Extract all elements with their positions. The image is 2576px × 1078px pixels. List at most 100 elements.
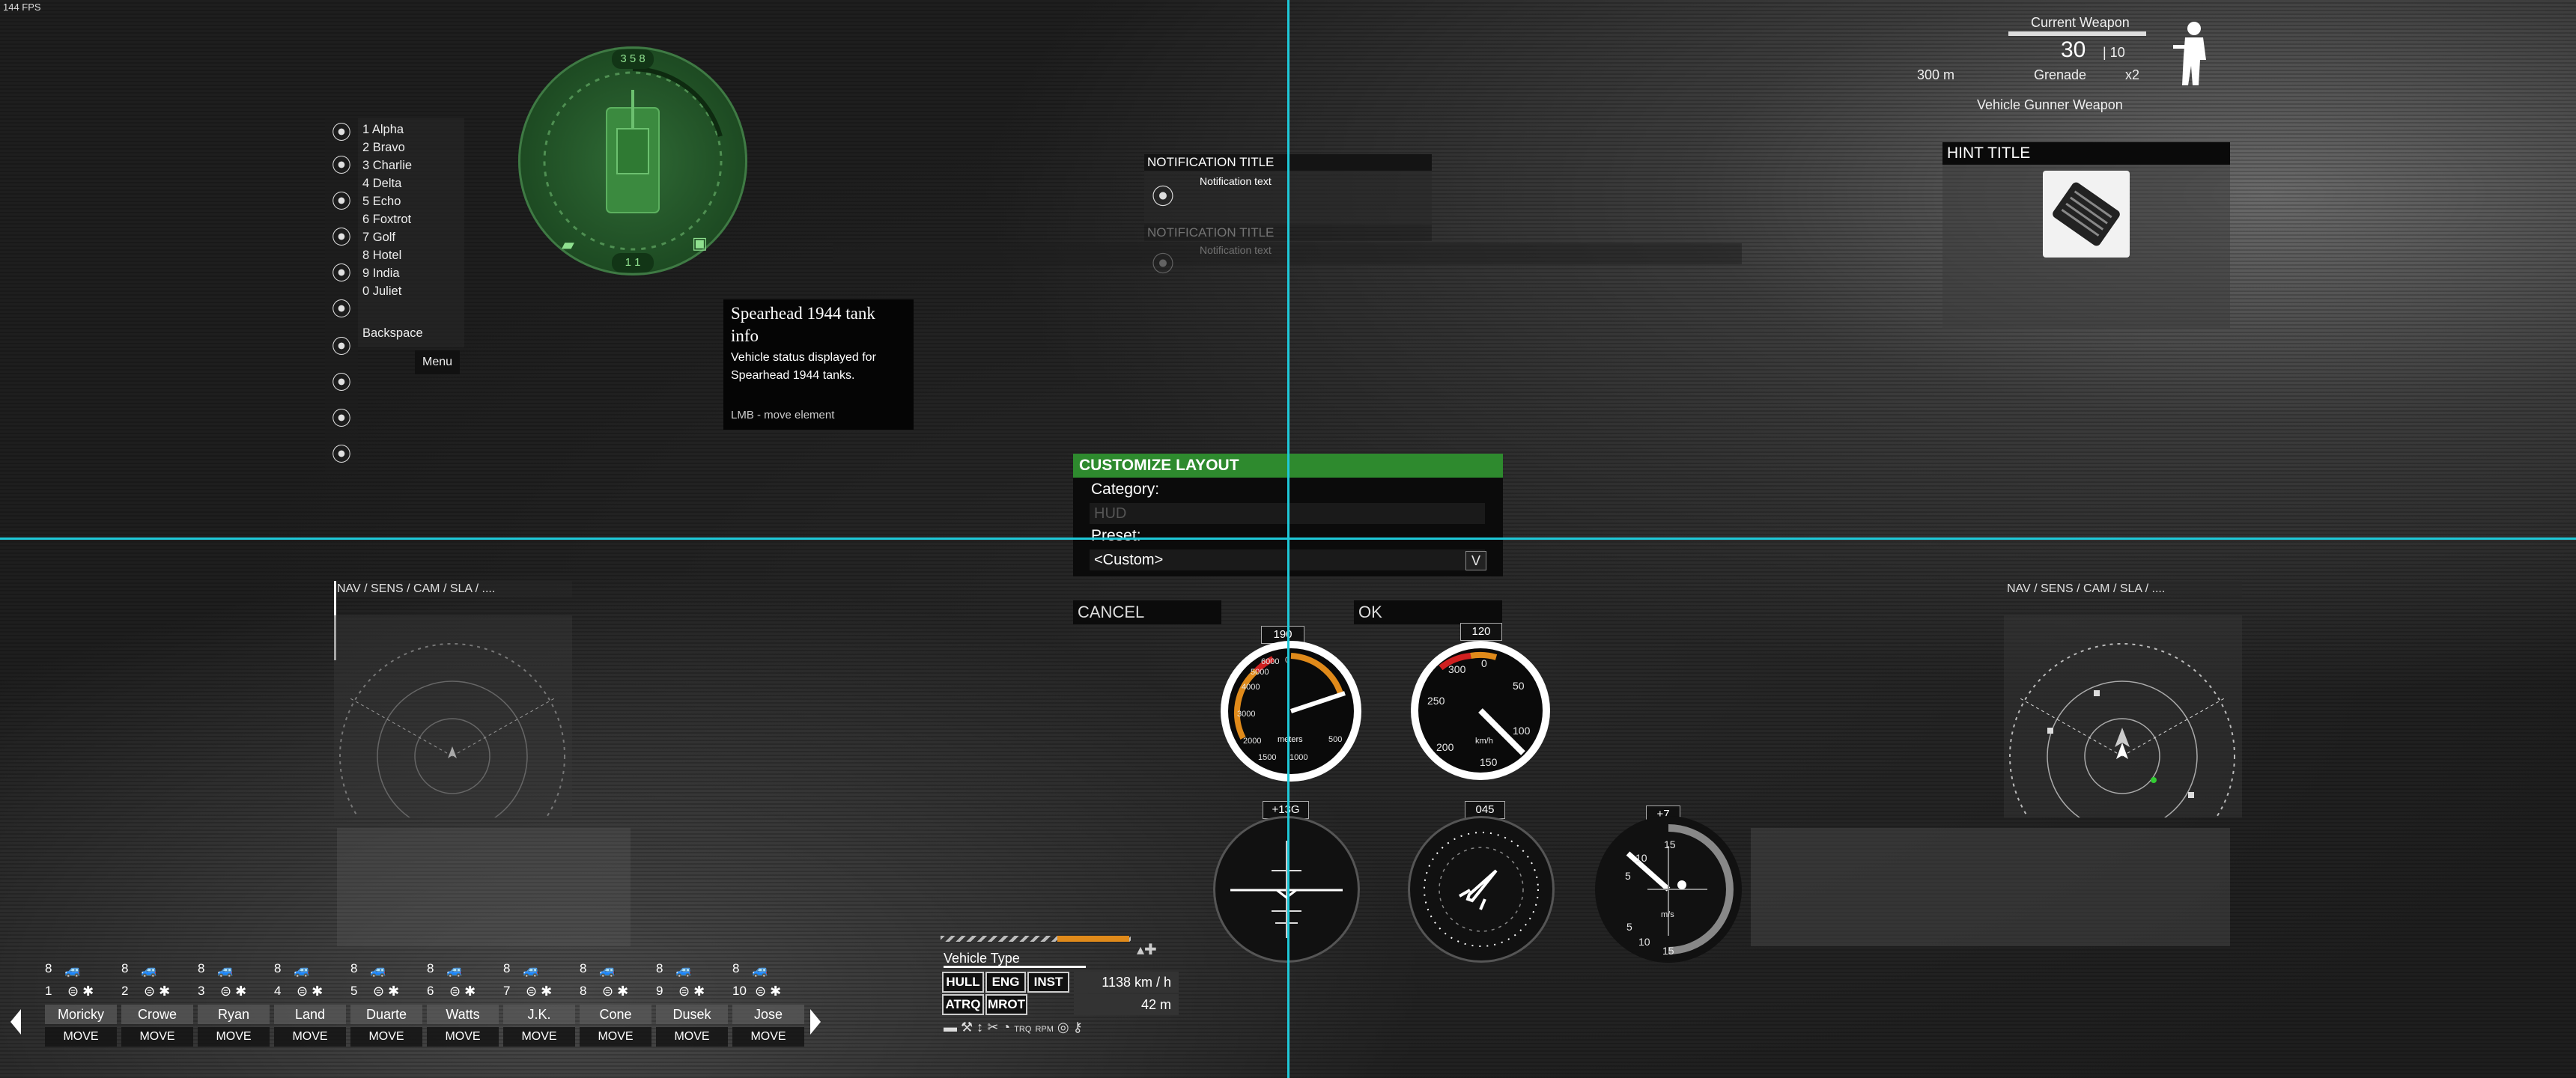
- radio-item[interactable]: 8 Hotel: [362, 249, 401, 263]
- squad-next-arrow-icon[interactable]: [810, 1009, 821, 1035]
- squad-unit[interactable]: 8 🚙 6 ⊜ ✱ Watts MOVE: [427, 961, 499, 1047]
- radio-icon[interactable]: ⦿: [329, 440, 353, 469]
- radio-item-backspace[interactable]: Backspace: [362, 326, 423, 341]
- vehicle-icon: 🚙: [675, 963, 693, 978]
- atrq-status[interactable]: ATRQ: [942, 994, 984, 1015]
- altimeter-tick: 1500: [1258, 753, 1277, 762]
- unit-name[interactable]: Moricky: [45, 1005, 117, 1024]
- altimeter-tick: 500: [1328, 735, 1343, 744]
- cancel-button[interactable]: CANCEL: [1073, 600, 1221, 624]
- squad-unit[interactable]: 8 🚙 7 ⊜ ✱ J.K. MOVE: [503, 961, 575, 1047]
- soldier-icon: [2172, 19, 2211, 87]
- unit-count: 8: [656, 961, 663, 975]
- unit-count: 8: [198, 961, 205, 975]
- unit-count: 8: [427, 961, 434, 975]
- nav-label[interactable]: NAV / SENS / CAM / SLA / ....: [334, 581, 572, 597]
- radio-item[interactable]: 3 Charlie: [362, 159, 412, 173]
- unit-name[interactable]: Watts: [427, 1005, 499, 1024]
- unit-name[interactable]: Land: [274, 1005, 346, 1024]
- radio-item[interactable]: 7 Golf: [362, 231, 395, 245]
- squad-unit[interactable]: 8 🚙 3 ⊜ ✱ Ryan MOVE: [198, 961, 270, 1047]
- radio-item[interactable]: 6 Foxtrot: [362, 213, 411, 227]
- gauge-icon: ◔: [1002, 1020, 1011, 1035]
- vehicle-icon: 🚙: [370, 963, 387, 978]
- compass-gear: 1 1: [612, 253, 654, 272]
- unit-name[interactable]: J.K.: [503, 1005, 575, 1024]
- squad-unit[interactable]: 8 🚙 4 ⊜ ✱ Land MOVE: [274, 961, 346, 1047]
- vsi-tick: 5: [1625, 870, 1631, 882]
- chevron-down-icon[interactable]: V: [1465, 551, 1486, 570]
- squad-unit[interactable]: 8 🚙 10 ⊜ ✱ Jose MOVE: [732, 961, 804, 1047]
- rpm-icon: RPM: [1035, 1025, 1054, 1034]
- unit-move-order[interactable]: MOVE: [503, 1027, 575, 1047]
- altimeter-tick: 4000: [1242, 683, 1260, 692]
- unit-move-order[interactable]: MOVE: [427, 1027, 499, 1047]
- unit-move-order[interactable]: MOVE: [350, 1027, 422, 1047]
- speedometer-dial: [1439, 651, 1525, 755]
- stance-icon: ⊜ ✱: [373, 984, 400, 999]
- hud-panel-placeholder: [337, 828, 631, 946]
- altimeter-tick: 3000: [1237, 710, 1256, 719]
- unit-move-order[interactable]: MOVE: [45, 1027, 117, 1047]
- radio-item[interactable]: 0 Juliet: [362, 284, 401, 299]
- radio-icon[interactable]: ⦿: [329, 118, 353, 147]
- unit-move-order[interactable]: MOVE: [580, 1027, 651, 1047]
- squad-unit[interactable]: 8 🚙 2 ⊜ ✱ Crowe MOVE: [121, 961, 193, 1047]
- radio-item[interactable]: 1 Alpha: [362, 123, 404, 137]
- unit-move-order[interactable]: MOVE: [656, 1027, 728, 1047]
- unit-name[interactable]: Crowe: [121, 1005, 193, 1024]
- radio-icon[interactable]: ⦿: [329, 223, 353, 252]
- radar-sweep-icon: [339, 643, 565, 869]
- vehicle-status-icons: ▬ ⚒ ↕ ✂ ◔ TRQ RPM ◎ ⚷: [944, 1020, 1083, 1035]
- unit-move-order[interactable]: MOVE: [732, 1027, 804, 1047]
- mrot-status[interactable]: MROT: [985, 994, 1027, 1015]
- ok-button[interactable]: OK: [1354, 600, 1502, 624]
- unit-move-order[interactable]: MOVE: [274, 1027, 346, 1047]
- vehicle-icon: 🚙: [217, 963, 234, 978]
- scissors-icon: ✂: [987, 1020, 999, 1035]
- radio-icon[interactable]: ⦿: [329, 368, 353, 397]
- squad-prev-arrow-icon[interactable]: [10, 1009, 21, 1035]
- radio-icon[interactable]: ⦿: [329, 259, 353, 287]
- unit-name[interactable]: Dusek: [656, 1005, 728, 1024]
- vehicle-distance: 42 m: [1074, 994, 1179, 1015]
- squad-unit[interactable]: 8 🚙 1 ⊜ ✱ Moricky MOVE: [45, 961, 117, 1047]
- radio-icon[interactable]: ⦿: [329, 187, 353, 216]
- preset-label: Preset:: [1091, 527, 1141, 544]
- radio-icon[interactable]: ⦿: [329, 332, 353, 361]
- radio-icon[interactable]: ⦿: [329, 295, 353, 323]
- menu-button[interactable]: Menu: [415, 350, 460, 374]
- radio-item[interactable]: 9 India: [362, 267, 400, 281]
- unit-move-order[interactable]: MOVE: [198, 1027, 270, 1047]
- instruments-status[interactable]: INST: [1027, 972, 1069, 993]
- unit-move-order[interactable]: MOVE: [121, 1027, 193, 1047]
- squad-unit[interactable]: 8 🚙 5 ⊜ ✱ Duarte MOVE: [350, 961, 422, 1047]
- heading-rose-icon: [1424, 832, 1539, 947]
- radio-menu: 1 Alpha 2 Bravo 3 Charlie 4 Delta 5 Echo…: [358, 118, 464, 347]
- ring-icon: ◎: [1057, 1020, 1069, 1035]
- unit-count: 8: [580, 961, 587, 975]
- unit-name[interactable]: Cone: [580, 1005, 651, 1024]
- squad-unit[interactable]: 8 🚙 8 ⊜ ✱ Cone MOVE: [580, 961, 651, 1047]
- vehicle-icon: 🚙: [294, 963, 311, 978]
- tooltip-title: Spearhead 1944 tank info: [731, 304, 875, 345]
- squad-unit[interactable]: 8 🚙 9 ⊜ ✱ Dusek MOVE: [656, 961, 728, 1047]
- radio-icon[interactable]: ⦿: [329, 151, 353, 180]
- speedometer-tick: 150: [1480, 756, 1498, 768]
- speedometer-unit: km/h: [1475, 737, 1493, 746]
- magazine-count: | 10: [2103, 45, 2125, 60]
- unit-name[interactable]: Duarte: [350, 1005, 422, 1024]
- unit-name[interactable]: Ryan: [198, 1005, 270, 1024]
- radio-item[interactable]: 4 Delta: [362, 177, 401, 191]
- radio-item[interactable]: 2 Bravo: [362, 141, 405, 155]
- trq-icon: TRQ: [1014, 1025, 1032, 1034]
- altimeter-gauge: meters 0 1000 2000 3000 4000 5000 6000 5…: [1221, 641, 1361, 782]
- unit-name[interactable]: Jose: [732, 1005, 804, 1024]
- guide-line-horizontal: [0, 538, 2576, 540]
- engine-status[interactable]: ENG: [985, 972, 1026, 993]
- radio-item[interactable]: 5 Echo: [362, 195, 401, 209]
- nav-label[interactable]: NAV / SENS / CAM / SLA / ....: [2004, 581, 2242, 597]
- compass-rose-icon: [543, 67, 723, 251]
- hull-status[interactable]: HULL: [942, 972, 984, 993]
- radio-icon[interactable]: ⦿: [329, 404, 353, 433]
